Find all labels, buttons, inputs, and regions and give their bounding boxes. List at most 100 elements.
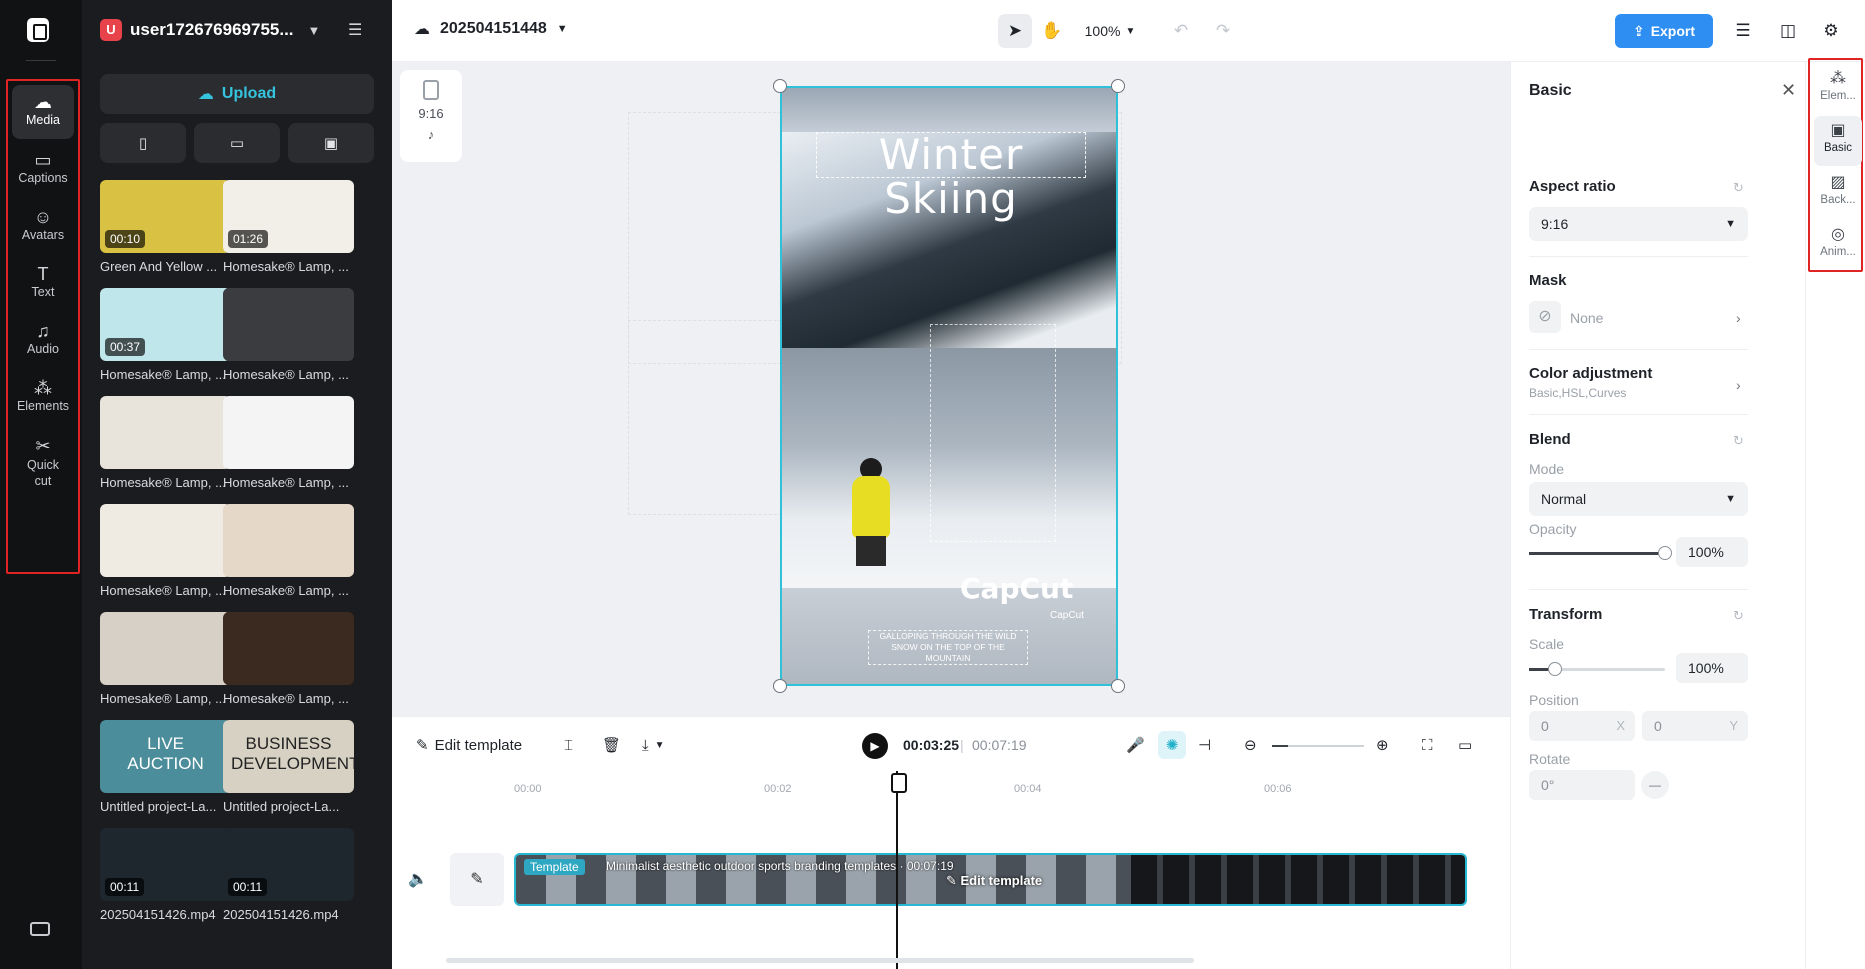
opacity-slider-knob[interactable] — [1658, 546, 1672, 560]
resize-handle-tr[interactable] — [1111, 79, 1125, 93]
mask-none-icon[interactable]: ⊘ — [1529, 301, 1561, 333]
reset-icon[interactable]: ↻ — [1733, 180, 1744, 196]
media-thumbnail[interactable]: 00:11 — [223, 828, 354, 901]
tab-elements[interactable]: ⁂ Elem... — [1814, 64, 1862, 114]
divider — [1529, 256, 1748, 257]
rail-item-captions[interactable]: ▭ Captions — [12, 145, 74, 195]
rail-item-text[interactable]: T Text — [12, 259, 74, 309]
undo-button[interactable]: ↶ — [1166, 14, 1196, 48]
layers-button[interactable]: ☰ — [1728, 14, 1758, 48]
rail-item-quick-cut[interactable]: ✂ Quick cut — [12, 431, 74, 497]
rail-item-media[interactable]: ☁ Media — [12, 85, 74, 139]
rotate-input[interactable]: 0° — [1529, 770, 1635, 800]
rotate-dial[interactable]: — — [1641, 771, 1669, 799]
scale-slider[interactable] — [1529, 662, 1665, 676]
layout-button[interactable]: ◫ — [1773, 14, 1803, 48]
close-icon[interactable]: ✕ — [1781, 80, 1796, 101]
color-adjustment-title[interactable]: Color adjustment — [1529, 365, 1652, 382]
zoom-in-button[interactable]: ⊕ — [1376, 731, 1389, 759]
zoom-slider-fill — [1272, 745, 1288, 747]
track-edit-button[interactable]: ✎ — [450, 853, 504, 906]
media-thumbnail[interactable]: BUSINESS DEVELOPMENT — [223, 720, 354, 793]
split-view-button[interactable]: ⊣ — [1198, 731, 1211, 759]
tab-animation[interactable]: ◎ Anim... — [1814, 220, 1862, 270]
track-volume-icon[interactable]: 🔈 — [408, 869, 428, 889]
rail-item-audio[interactable]: ♫ Audio — [12, 316, 74, 366]
delete-button[interactable]: 🗑 — [602, 731, 621, 759]
magnet-toggle[interactable]: ✺ — [1158, 731, 1186, 759]
media-thumbnail[interactable] — [223, 612, 354, 685]
reset-icon[interactable]: ↻ — [1733, 608, 1744, 624]
resize-handle-bl[interactable] — [773, 679, 787, 693]
clip-edit-template-button[interactable]: ✎ Edit template — [946, 873, 1042, 889]
hand-tool-button[interactable]: ✋ — [1035, 14, 1069, 48]
edit-template-button[interactable]: ✎ Edit template — [416, 731, 522, 759]
playhead[interactable] — [891, 771, 907, 969]
keyboard-shortcuts-icon[interactable] — [30, 922, 50, 936]
media-thumbnail[interactable] — [100, 504, 231, 577]
media-thumbnail[interactable]: 00:11 — [100, 828, 231, 901]
project-title[interactable]: ☁ 202504151448 ▼ — [414, 19, 568, 39]
media-thumbnail[interactable] — [100, 396, 231, 469]
sky-region — [782, 88, 1116, 136]
tagline-text[interactable]: GALLOPING THROUGH THE WILD SNOW ON THE T… — [868, 630, 1028, 665]
timeline-scrollbar[interactable] — [446, 958, 1194, 963]
opacity-slider[interactable] — [1529, 546, 1672, 560]
chevron-right-icon[interactable]: › — [1736, 377, 1741, 393]
rail-item-elements[interactable]: ⁂ Elements — [12, 373, 74, 423]
play-button[interactable]: ▶ — [862, 733, 888, 759]
export-button[interactable]: ⇪ Export — [1615, 14, 1713, 48]
app-logo-icon[interactable] — [27, 18, 49, 42]
resize-handle-tl[interactable] — [773, 79, 787, 93]
filter-landscape-button[interactable]: ▣ — [288, 123, 374, 163]
feedback-button[interactable]: ▭ — [1458, 731, 1472, 759]
zoom-slider[interactable] — [1272, 745, 1364, 747]
zoom-out-button[interactable]: ⊖ — [1244, 731, 1257, 759]
ratio-card[interactable]: 9:16 ♪ — [400, 70, 462, 162]
video-preview[interactable]: Winter Skiing CapCut CapCut GALLOPING TH… — [780, 86, 1118, 686]
tab-background[interactable]: ▨ Back... — [1814, 168, 1862, 218]
settings-button[interactable]: ⚙ — [1816, 14, 1846, 48]
split-button[interactable]: ⌶ — [564, 731, 573, 759]
position-y-input[interactable]: 0 Y — [1642, 711, 1748, 741]
scale-value[interactable]: 100% — [1676, 653, 1748, 683]
chevron-down-icon: ▼ — [1125, 25, 1136, 37]
element-bounds[interactable] — [930, 324, 1056, 542]
fullscreen-button[interactable]: ⛶ — [1422, 731, 1433, 759]
reset-icon[interactable]: ↻ — [1733, 433, 1744, 449]
duration-badge: 01:26 — [228, 230, 269, 248]
media-thumbnail[interactable]: 00:37 — [100, 288, 231, 361]
download-button[interactable]: ⤓ ▼ — [642, 731, 665, 759]
resize-handle-br[interactable] — [1111, 679, 1125, 693]
upload-button[interactable]: ☁ Upload — [100, 74, 374, 114]
media-thumbnail[interactable] — [223, 288, 354, 361]
aspect-ratio-select[interactable]: 9:16 ▼ — [1529, 207, 1748, 241]
media-thumbnail[interactable]: 00:10 — [100, 180, 231, 253]
sort-icon[interactable]: ☰ — [348, 20, 362, 40]
select-tool-button[interactable]: ➤ — [998, 14, 1032, 48]
tab-basic[interactable]: ▣ Basic — [1814, 116, 1862, 166]
media-thumbnail[interactable] — [223, 396, 354, 469]
skier-jacket — [852, 476, 890, 538]
rail-item-avatars[interactable]: ☺ Avatars — [12, 202, 74, 252]
filter-portrait-button[interactable]: ▯ — [100, 123, 186, 163]
user-switcher[interactable]: U user172676969755... ▼ — [100, 18, 320, 42]
media-label: Untitled project-La... — [223, 799, 340, 814]
media-thumbnail[interactable]: LIVE AUCTION — [100, 720, 231, 793]
media-thumbnail[interactable]: 01:26 — [223, 180, 354, 253]
scale-slider-knob[interactable] — [1548, 662, 1562, 676]
redo-button[interactable]: ↷ — [1208, 14, 1238, 48]
position-x-input[interactable]: 0 X — [1529, 711, 1635, 741]
brand-text[interactable]: CapCut — [960, 572, 1073, 605]
video-title-text[interactable]: Winter Skiing — [816, 132, 1086, 221]
record-voice-button[interactable]: 🎤 — [1126, 731, 1145, 759]
chevron-right-icon[interactable]: › — [1736, 310, 1741, 326]
media-thumbnail[interactable] — [223, 504, 354, 577]
filter-video-button[interactable]: ▭ — [194, 123, 280, 163]
media-thumbnail[interactable] — [100, 612, 231, 685]
opacity-value[interactable]: 100% — [1676, 537, 1748, 567]
blend-mode-select[interactable]: Normal ▼ — [1529, 482, 1748, 516]
template-clip[interactable]: Template Minimalist aesthetic outdoor sp… — [514, 853, 1467, 906]
zoom-select[interactable]: 100% ▼ — [1080, 14, 1140, 48]
scale-label: Scale — [1529, 636, 1565, 652]
